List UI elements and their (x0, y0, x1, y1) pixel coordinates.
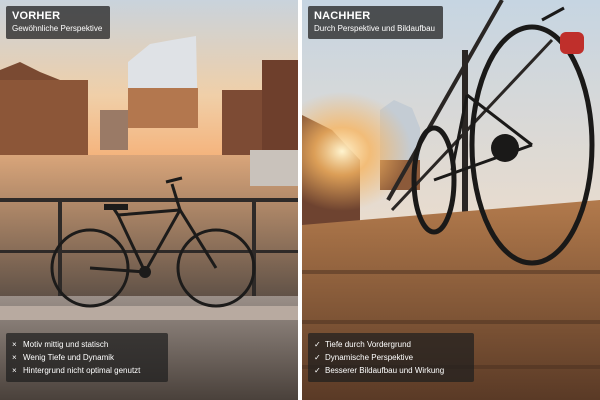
after-subtitle: Durch Perspektive und Bildaufbau (314, 24, 435, 33)
before-label: VORHER Gewöhnliche Perspektive (6, 6, 111, 39)
after-note-text: Tiefe durch Vordergrund (325, 340, 411, 349)
before-notes: × Motiv mittig und statisch × Wenig Tief… (6, 333, 168, 382)
check-icon: ✓ (314, 340, 321, 349)
after-note-text: Dynamische Perspektive (325, 353, 414, 362)
cross-icon: × (12, 340, 17, 349)
before-note-text: Motiv mittig und statisch (23, 340, 109, 349)
before-note-3: × Hintergrund nicht optimal genutzt (12, 364, 158, 377)
comparison-image: VORHER Gewöhnliche Perspektive × Motiv m… (0, 0, 600, 400)
after-note-1: ✓ Tiefe durch Vordergrund (314, 338, 464, 351)
after-note-text: Besserer Bildaufbau und Wirkung (325, 366, 445, 375)
cross-icon: × (12, 366, 17, 375)
check-icon: ✓ (314, 353, 321, 362)
before-title: VORHER (12, 10, 61, 22)
check-icon: ✓ (314, 366, 321, 375)
before-note-1: × Motiv mittig und statisch (12, 338, 158, 351)
before-note-2: × Wenig Tiefe und Dynamik (12, 351, 158, 364)
before-panel: VORHER Gewöhnliche Perspektive × Motiv m… (0, 0, 298, 400)
after-panel: NACHHER Durch Perspektive und Bildaufbau… (302, 0, 600, 400)
before-subtitle: Gewöhnliche Perspektive (12, 24, 103, 33)
before-note-text: Wenig Tiefe und Dynamik (23, 353, 115, 362)
after-notes: ✓ Tiefe durch Vordergrund ✓ Dynamische P… (308, 333, 474, 382)
before-note-text: Hintergrund nicht optimal genutzt (23, 366, 141, 375)
cross-icon: × (12, 353, 17, 362)
after-label: NACHHER Durch Perspektive und Bildaufbau (308, 6, 443, 39)
after-title: NACHHER (314, 10, 371, 22)
after-note-3: ✓ Besserer Bildaufbau und Wirkung (314, 364, 464, 377)
after-note-2: ✓ Dynamische Perspektive (314, 351, 464, 364)
